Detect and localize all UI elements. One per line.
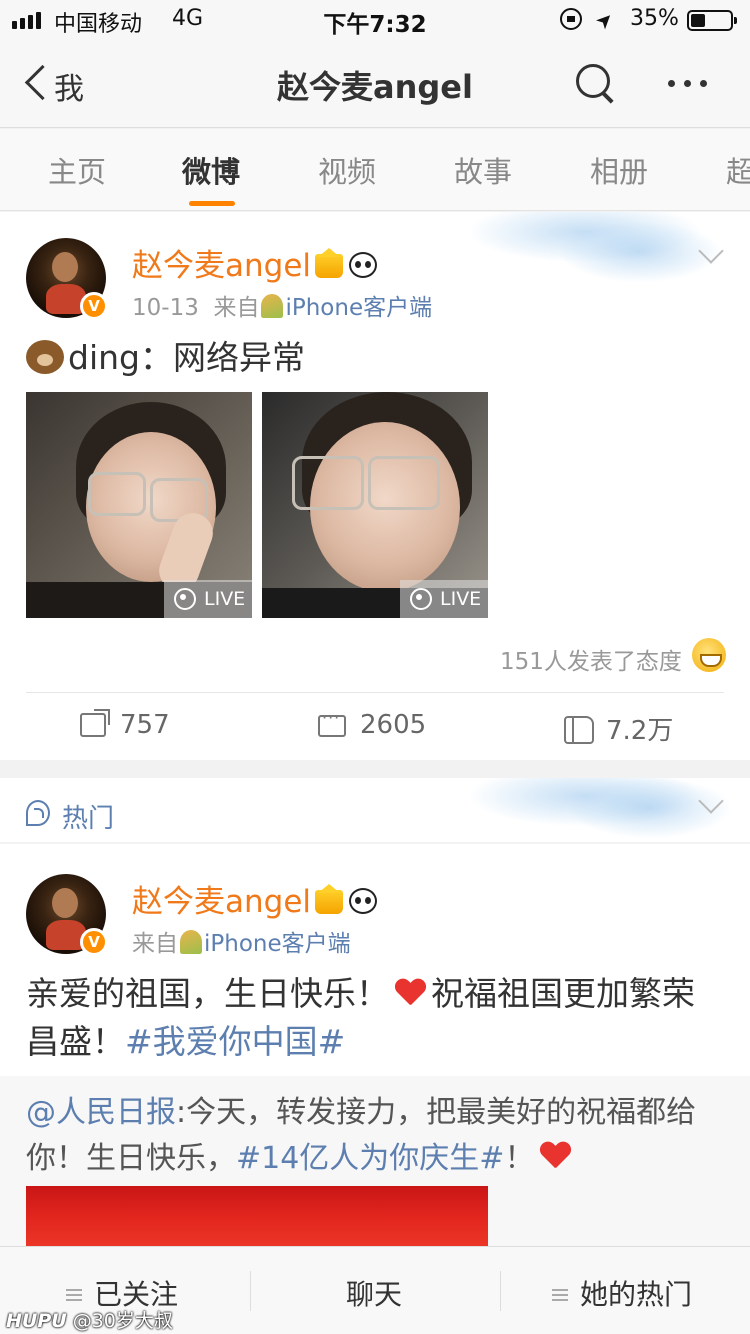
- live-badge: LIVE: [164, 580, 252, 618]
- tab-super[interactable]: 超: [726, 149, 750, 191]
- source-prefix: 来自: [213, 295, 260, 321]
- watermark-brand: HUPU: [6, 1310, 67, 1332]
- search-icon[interactable]: [574, 62, 614, 102]
- post-text-content: ding：网络异常: [68, 338, 305, 377]
- nav-bar: 我 赵今麦angel: [0, 40, 750, 128]
- profile-tabs: 主页 微博 视频 故事 相册 超: [0, 129, 750, 211]
- verified-badge-icon: V: [80, 292, 108, 320]
- mention-link[interactable]: @人民日报: [26, 1095, 176, 1130]
- attitude-count[interactable]: 151人发表了态度: [500, 642, 682, 676]
- author-name[interactable]: 赵今麦angel: [132, 876, 378, 921]
- watermark-user: @30岁大叔: [72, 1310, 173, 1332]
- wheat-icon: [261, 294, 284, 318]
- divider: [500, 1271, 501, 1311]
- post-text: ding：网络异常: [26, 334, 305, 382]
- cloud-decoration: [560, 222, 720, 282]
- hashtag-link[interactable]: #我爱你中国#: [125, 1022, 345, 1061]
- repost-button[interactable]: 757: [80, 709, 170, 740]
- hot-section-header[interactable]: 热门: [0, 778, 750, 842]
- thumbs-up-icon: [564, 716, 594, 744]
- crown-icon: [315, 248, 344, 278]
- divider: [26, 692, 724, 693]
- photo-glasses: [88, 472, 146, 516]
- rotation-lock-icon: [560, 8, 582, 30]
- wheat-icon: [180, 930, 202, 954]
- repost-text-part: ！: [504, 1141, 535, 1176]
- like-count: 7.2万: [606, 716, 674, 746]
- tab-video[interactable]: 视频: [318, 149, 376, 191]
- crown-icon: [315, 884, 344, 914]
- repost-text: @人民日报:今天，转发接力，把最美好的祝福都给你！生日快乐，#14亿人为你庆生#…: [26, 1090, 726, 1182]
- bear-emoji-icon: [26, 340, 64, 374]
- post-date: 10-13: [132, 295, 199, 321]
- her-hot-label: 她的热门: [580, 1278, 693, 1311]
- tab-story[interactable]: 故事: [454, 149, 512, 191]
- smiley-emoji-icon[interactable]: [692, 638, 726, 672]
- chat-button[interactable]: 聊天: [346, 1273, 402, 1313]
- repost-block[interactable]: @人民日报:今天，转发接力，把最美好的祝福都给你！生日快乐，#14亿人为你庆生#…: [0, 1076, 750, 1246]
- battery-percent: 35%: [630, 6, 679, 31]
- watermark: HUPU @30岁大叔: [6, 1306, 173, 1333]
- battery-icon: [687, 10, 737, 31]
- post-text-part: 祝福祖国更加繁荣: [431, 974, 695, 1013]
- post-text: 亲爱的祖国，生日快乐！ 祝福祖国更加繁荣昌盛！#我爱你中国#: [26, 970, 726, 1066]
- menu-icon: [66, 1289, 82, 1301]
- active-tab-indicator: [189, 201, 235, 206]
- hot-label: 热门: [62, 804, 115, 834]
- status-bar: 中国移动 4G 下午7:32 ➤ 35%: [0, 0, 750, 40]
- tab-home[interactable]: 主页: [48, 149, 106, 191]
- heart-emoji-icon: [395, 979, 425, 1007]
- post-source[interactable]: iPhone客户端: [204, 931, 351, 957]
- post-photo[interactable]: LIVE: [262, 392, 488, 618]
- photo-glasses: [368, 456, 440, 510]
- comment-icon: [318, 708, 346, 737]
- verified-badge-icon: V: [80, 928, 108, 956]
- panda-icon: [349, 888, 378, 914]
- tab-album[interactable]: 相册: [590, 149, 648, 191]
- panda-icon: [349, 252, 378, 278]
- comment-count: 2605: [360, 710, 427, 740]
- hot-topic-icon: [26, 800, 50, 826]
- post-card[interactable]: V 赵今麦angel 10-13 来自 iPhone客户端 ding：网络异常 L…: [0, 212, 750, 760]
- more-icon[interactable]: [668, 80, 707, 87]
- post-text-part: 亲爱的祖国，生日快乐！: [26, 974, 389, 1013]
- like-button[interactable]: 7.2万: [564, 710, 673, 747]
- her-hot-button[interactable]: 她的热门: [552, 1273, 692, 1313]
- post-card[interactable]: V 赵今麦angel 来自 iPhone客户端 亲爱的祖国，生日快乐！ 祝福祖国更加…: [0, 844, 750, 1246]
- page-title: 赵今麦angel: [277, 68, 473, 106]
- author-name-text[interactable]: 赵今麦angel: [132, 248, 311, 284]
- share-icon: [80, 709, 110, 737]
- post-meta: 来自 iPhone客户端: [132, 924, 351, 958]
- live-badge: LIVE: [400, 580, 488, 618]
- author-name-text[interactable]: 赵今麦angel: [132, 884, 311, 920]
- divider: [250, 1271, 251, 1311]
- post-text-part: 昌盛！: [26, 1022, 125, 1061]
- repost-image[interactable]: [26, 1186, 488, 1246]
- menu-icon: [552, 1289, 568, 1301]
- source-prefix: 来自: [132, 931, 178, 957]
- comment-button[interactable]: 2605: [318, 708, 427, 740]
- hashtag-link[interactable]: #14亿人为你庆生#: [236, 1141, 504, 1176]
- heart-emoji-icon: [540, 1142, 570, 1170]
- repost-count: 757: [120, 710, 170, 740]
- photo-glasses: [292, 456, 364, 510]
- tab-weibo[interactable]: 微博: [182, 149, 240, 191]
- post-meta: 10-13 来自 iPhone客户端: [132, 288, 432, 322]
- post-source[interactable]: iPhone客户端: [285, 295, 432, 321]
- post-photo[interactable]: LIVE: [26, 392, 252, 618]
- author-name[interactable]: 赵今麦angel: [132, 240, 378, 285]
- chat-label: 聊天: [346, 1278, 403, 1311]
